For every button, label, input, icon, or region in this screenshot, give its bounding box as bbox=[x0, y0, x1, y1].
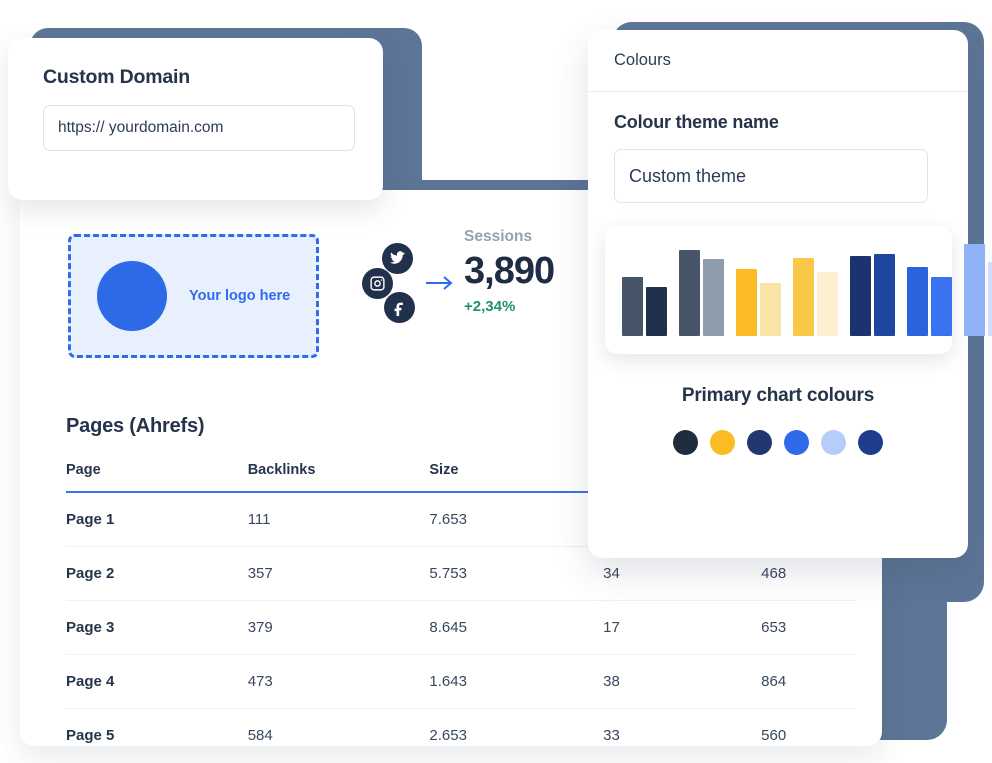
bar-group bbox=[622, 276, 667, 336]
cell-col5: 653 bbox=[761, 600, 856, 655]
chart-bar bbox=[793, 258, 814, 336]
twitter-icon[interactable] bbox=[382, 243, 413, 274]
cell-size: 7.653 bbox=[429, 492, 604, 547]
primary-chart-colours-title: Primary chart colours bbox=[681, 385, 875, 406]
cell-page: Page 1 bbox=[66, 492, 248, 547]
cell-size: 1.643 bbox=[429, 654, 604, 709]
pages-table-title: Pages (Ahrefs) bbox=[66, 415, 205, 437]
table-row[interactable]: Page 4 473 1.643 38 864 bbox=[66, 654, 856, 709]
colour-swatch-5[interactable] bbox=[821, 430, 846, 455]
custom-domain-card: Custom Domain bbox=[8, 38, 383, 200]
cell-backlinks: 379 bbox=[247, 600, 430, 655]
colour-swatch-6[interactable] bbox=[858, 430, 883, 455]
cell-backlinks: 473 bbox=[247, 654, 430, 709]
colours-panel-title: Colours bbox=[614, 51, 671, 69]
colours-panel-header: Colours bbox=[588, 30, 968, 92]
cell-page: Page 3 bbox=[66, 600, 248, 655]
cell-size: 8.645 bbox=[429, 600, 604, 655]
cell-size: 2.653 bbox=[429, 727, 467, 744]
sessions-value: 3,890 bbox=[464, 250, 555, 292]
sessions-label: Sessions bbox=[464, 228, 533, 245]
theme-name-label: Colour theme name bbox=[614, 112, 779, 132]
column-header-size[interactable]: Size bbox=[429, 462, 604, 493]
colours-panel: Colours Colour theme name Primary chart … bbox=[588, 30, 992, 558]
chart-bar bbox=[817, 271, 838, 336]
bar-group bbox=[964, 244, 992, 336]
chart-bar bbox=[964, 244, 985, 336]
logo-upload-dropzone[interactable]: Your logo here bbox=[68, 234, 319, 358]
chart-bar bbox=[850, 256, 871, 336]
arrow-right-icon bbox=[426, 274, 456, 292]
cell-backlinks: 584 bbox=[247, 727, 273, 744]
primary-chart-colours-swatches bbox=[588, 430, 968, 455]
cell-col5: 864 bbox=[761, 654, 856, 709]
cell-page: Page 5 bbox=[66, 727, 115, 744]
colour-swatch-4[interactable] bbox=[784, 430, 809, 455]
chart-bar bbox=[646, 286, 667, 336]
chart-bar bbox=[622, 276, 643, 336]
chart-bar bbox=[736, 268, 757, 336]
chart-bar bbox=[703, 259, 724, 336]
bar-group bbox=[850, 254, 895, 336]
bar-chart bbox=[622, 244, 992, 336]
cell-col4: 33 bbox=[603, 727, 620, 744]
chart-bar bbox=[931, 276, 952, 336]
chart-bar bbox=[760, 282, 781, 336]
chart-preview-panel bbox=[605, 226, 992, 354]
theme-name-input[interactable] bbox=[614, 149, 928, 203]
instagram-icon[interactable] bbox=[362, 268, 393, 299]
chart-bar bbox=[679, 250, 700, 336]
facebook-icon[interactable] bbox=[384, 292, 415, 323]
cell-col4: 17 bbox=[603, 600, 762, 655]
chart-bar bbox=[907, 266, 928, 336]
table-row[interactable]: Page 3 379 8.645 17 653 bbox=[66, 600, 856, 655]
cell-page: Page 4 bbox=[66, 654, 248, 709]
chart-bar bbox=[988, 262, 992, 336]
bar-group bbox=[679, 250, 724, 336]
colour-swatch-1[interactable] bbox=[673, 430, 698, 455]
cell-page: Page 2 bbox=[66, 546, 248, 601]
logo-placeholder-circle-icon bbox=[97, 261, 167, 331]
bar-group bbox=[736, 268, 781, 336]
sessions-stat-block: Sessions 3,890 +2,34% bbox=[360, 228, 600, 348]
column-header-page[interactable]: Page bbox=[66, 462, 248, 493]
cell-col5: 560 bbox=[761, 727, 787, 744]
sessions-delta-badge: +2,34% bbox=[464, 298, 516, 315]
bar-group bbox=[907, 266, 952, 336]
colour-swatch-2[interactable] bbox=[710, 430, 735, 455]
cell-size: 5.753 bbox=[429, 546, 604, 601]
cell-backlinks: 357 bbox=[247, 546, 430, 601]
bar-group bbox=[793, 258, 838, 336]
chart-bar bbox=[874, 254, 895, 336]
column-header-backlinks[interactable]: Backlinks bbox=[247, 462, 430, 493]
social-icon-cluster bbox=[360, 243, 420, 333]
custom-domain-input[interactable] bbox=[43, 105, 355, 151]
cell-backlinks: 111 bbox=[247, 492, 430, 547]
colour-swatch-3[interactable] bbox=[747, 430, 772, 455]
custom-domain-title: Custom Domain bbox=[43, 66, 190, 88]
cell-col4: 38 bbox=[603, 654, 762, 709]
table-row[interactable]: Page 5 584 2.653 33 560 bbox=[66, 709, 856, 763]
logo-dropzone-label: Your logo here bbox=[189, 288, 291, 304]
